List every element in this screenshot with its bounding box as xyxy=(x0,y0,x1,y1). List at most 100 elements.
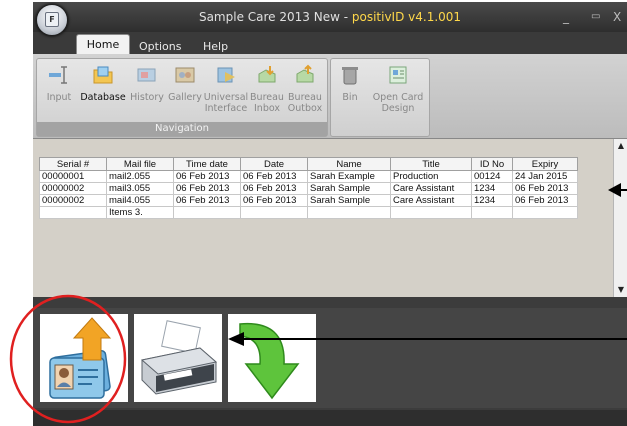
minimize-button[interactable]: _ xyxy=(563,10,569,24)
table-cell: 06 Feb 2013 xyxy=(173,194,241,207)
table-cell: Care Assistant xyxy=(390,194,472,207)
column-header[interactable]: Serial # xyxy=(39,157,107,171)
table-cell: 1234 xyxy=(471,182,513,195)
history-icon xyxy=(136,64,158,86)
maximize-button[interactable]: ▭ xyxy=(591,11,600,22)
status-bar xyxy=(33,410,627,426)
column-header[interactable]: ID No xyxy=(471,157,513,171)
table-cell: 00000001 xyxy=(39,170,107,183)
table-cell: mail4.055 xyxy=(106,194,174,207)
records-table: Serial # Mail file Time date Date Name T… xyxy=(39,157,578,219)
gallery-label: Gallery xyxy=(168,92,202,103)
window-title-brand: positivID v4.1.001 xyxy=(351,10,462,24)
scroll-down-arrow-icon[interactable]: ▼ xyxy=(614,285,627,294)
bureau-inbox-icon xyxy=(256,64,278,86)
table-cell xyxy=(173,206,241,219)
bureau-inbox-button[interactable]: Bureau Inbox xyxy=(247,62,287,114)
action-bar xyxy=(33,308,627,408)
table-header-row: Serial # Mail file Time date Date Name T… xyxy=(39,157,578,171)
table-cell: 1234 xyxy=(471,194,513,207)
navigation-group-label: Navigation xyxy=(37,122,327,136)
bin-button[interactable]: Bin xyxy=(333,62,367,103)
tab-help[interactable]: Help xyxy=(203,40,228,53)
table-cell xyxy=(512,206,578,219)
table-cell: 00000002 xyxy=(39,194,107,207)
tab-options[interactable]: Options xyxy=(139,40,181,53)
table-cell: 06 Feb 2013 xyxy=(240,194,308,207)
history-button[interactable]: History xyxy=(127,62,167,103)
application-window: F Sample Care 2013 New - positivID v4.1.… xyxy=(33,2,627,426)
table-row[interactable]: 00000001 mail2.055 06 Feb 2013 06 Feb 20… xyxy=(39,170,578,183)
records-panel: Serial # Mail file Time date Date Name T… xyxy=(33,139,613,297)
database-label: Database xyxy=(80,92,126,103)
printer-icon xyxy=(140,320,218,395)
export-card-button[interactable] xyxy=(40,314,128,402)
universal-interface-button[interactable]: Universal Interface xyxy=(203,62,249,114)
bin-icon xyxy=(339,64,361,86)
table-cell xyxy=(471,206,513,219)
table-cell: mail2.055 xyxy=(106,170,174,183)
navigation-group: Input Database History Gallery Universal… xyxy=(36,58,328,137)
column-header[interactable]: Mail file xyxy=(106,157,174,171)
open-card-design-button[interactable]: Open Card Design xyxy=(369,62,427,114)
input-button[interactable]: Input xyxy=(39,62,79,103)
window-title-text: Sample Care 2013 New xyxy=(198,10,340,24)
table-cell: Production xyxy=(390,170,472,183)
card-group: Bin Open Card Design xyxy=(330,58,430,137)
table-cell: 06 Feb 2013 xyxy=(240,182,308,195)
universal-interface-label: Universal Interface xyxy=(203,92,249,114)
table-cell: 24 Jan 2015 xyxy=(512,170,578,183)
table-footer-row: Items 3. xyxy=(39,206,578,219)
table-row[interactable]: 00000002 mail3.055 06 Feb 2013 06 Feb 20… xyxy=(39,182,578,195)
bureau-inbox-label: Bureau Inbox xyxy=(250,92,284,114)
card-design-icon xyxy=(387,64,409,86)
input-label: Input xyxy=(46,92,72,103)
table-cell: 00124 xyxy=(471,170,513,183)
vertical-scrollbar[interactable]: ▲ ▼ xyxy=(613,139,627,297)
green-down-arrow-icon xyxy=(239,322,300,400)
column-header[interactable]: Title xyxy=(390,157,472,171)
table-cell: 06 Feb 2013 xyxy=(240,170,308,183)
table-row[interactable]: 00000002 mail4.055 06 Feb 2013 06 Feb 20… xyxy=(39,194,578,207)
history-label: History xyxy=(130,92,164,103)
table-cell: 06 Feb 2013 xyxy=(512,194,578,207)
application-menu-letter: F xyxy=(45,12,59,27)
items-count: Items 3. xyxy=(106,206,174,219)
input-cursor-icon xyxy=(48,64,70,86)
column-header[interactable]: Name xyxy=(307,157,391,171)
table-cell: 00000002 xyxy=(39,182,107,195)
bin-label: Bin xyxy=(342,92,358,103)
bureau-outbox-icon xyxy=(294,64,316,86)
title-bar: F Sample Care 2013 New - positivID v4.1.… xyxy=(33,2,627,36)
export-card-icon xyxy=(49,317,112,399)
column-header[interactable]: Time date xyxy=(173,157,241,171)
download-button[interactable] xyxy=(228,314,316,402)
table-cell xyxy=(39,206,107,219)
table-cell xyxy=(390,206,472,219)
table-cell: Sarah Sample xyxy=(307,182,391,195)
scroll-up-arrow-icon[interactable]: ▲ xyxy=(614,141,627,150)
column-header[interactable]: Date xyxy=(240,157,308,171)
close-button[interactable]: X xyxy=(613,10,621,24)
database-button[interactable]: Database xyxy=(79,62,127,103)
bureau-outbox-button[interactable]: Bureau Outbox xyxy=(285,62,325,114)
bureau-outbox-label: Bureau Outbox xyxy=(287,92,323,114)
database-folder-icon xyxy=(92,64,114,86)
gallery-button[interactable]: Gallery xyxy=(165,62,205,103)
tab-home[interactable]: Home xyxy=(76,34,130,55)
ribbon-tab-strip: Home Options Help xyxy=(33,32,627,55)
table-cell: Care Assistant xyxy=(390,182,472,195)
table-cell xyxy=(307,206,391,219)
table-cell: 06 Feb 2013 xyxy=(173,182,241,195)
gallery-icon xyxy=(174,64,196,86)
table-cell xyxy=(240,206,308,219)
window-title: Sample Care 2013 New - positivID v4.1.00… xyxy=(33,10,627,24)
column-header[interactable]: Expiry xyxy=(512,157,578,171)
table-cell: Sarah Example xyxy=(307,170,391,183)
application-menu-button[interactable]: F xyxy=(36,4,68,36)
universal-interface-icon xyxy=(215,64,237,86)
print-button[interactable] xyxy=(134,314,222,402)
table-cell: Sarah Sample xyxy=(307,194,391,207)
open-card-design-label: Open Card Design xyxy=(372,92,424,114)
table-cell: 06 Feb 2013 xyxy=(512,182,578,195)
